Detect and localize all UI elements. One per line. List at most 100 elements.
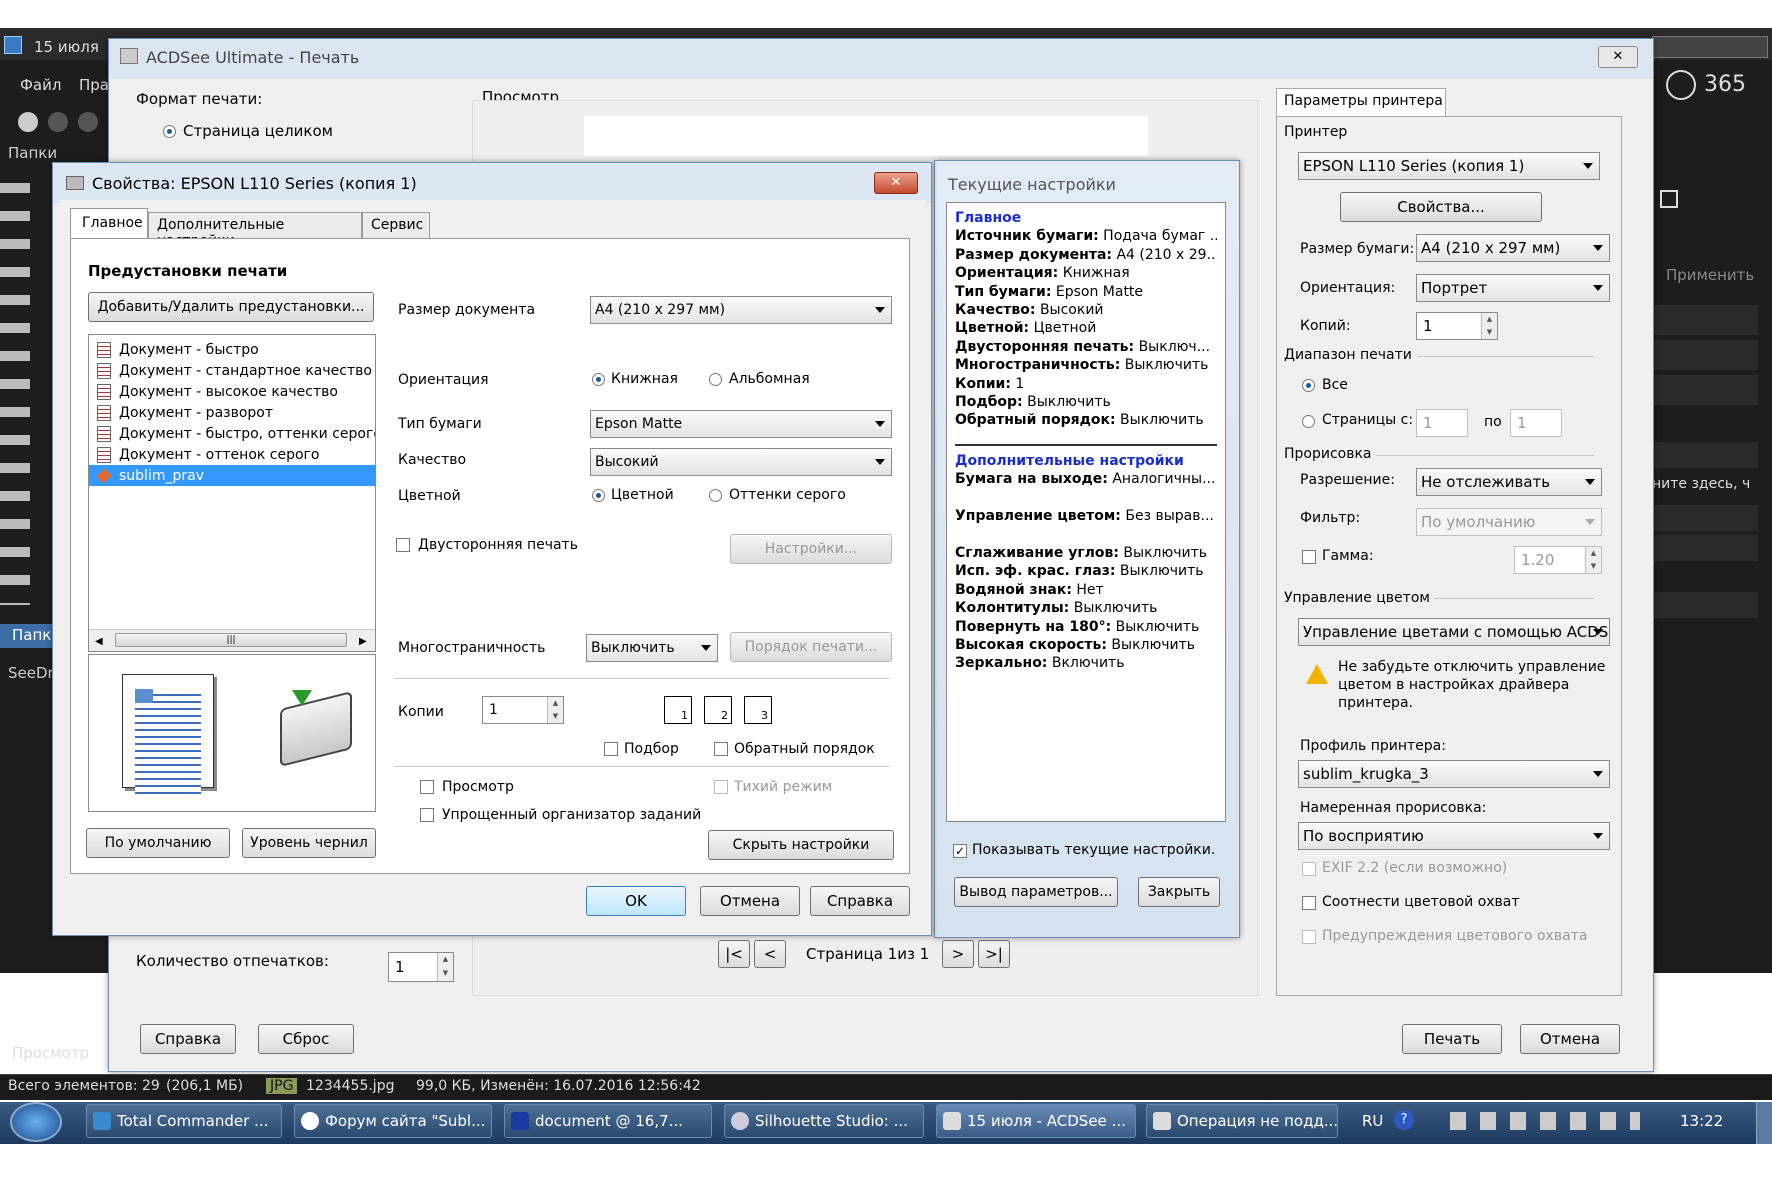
menu-file[interactable]: Файл [20, 76, 61, 94]
scroll-right-icon[interactable]: ▶ [359, 636, 367, 647]
properties-cancel-button[interactable]: Отмена [700, 886, 800, 916]
menu-edit[interactable]: Пра [79, 76, 109, 94]
print-button[interactable]: Печать [1402, 1024, 1502, 1054]
quiet-checkbox[interactable] [714, 780, 728, 794]
language-indicator[interactable]: RU [1362, 1112, 1383, 1130]
taskbar-item-total-commander[interactable]: Total Commander ... [86, 1104, 282, 1138]
hide-settings-button[interactable]: Скрыть настройки [708, 830, 894, 860]
preset-item[interactable]: sublim_prav [89, 465, 375, 486]
ok-button[interactable]: OK [586, 886, 686, 916]
gray-radio[interactable] [709, 489, 722, 502]
duplex-checkbox[interactable] [396, 538, 410, 552]
job-arranger-checkbox[interactable] [420, 808, 434, 822]
help-button[interactable]: Справка [140, 1024, 236, 1054]
last-page-button[interactable]: >| [978, 940, 1010, 968]
multipage-select[interactable]: Выключить [586, 634, 718, 662]
preset-item[interactable]: Документ - быстро [89, 339, 375, 360]
copies2-spinner[interactable]: 1 ▲ ▼ [1416, 312, 1498, 340]
preset-item[interactable]: Документ - оттенок серого [89, 444, 375, 465]
tab-main[interactable]: Главное [70, 208, 148, 240]
app-tab-title[interactable]: 15 июля [34, 38, 99, 56]
reset-button[interactable]: Сброс [258, 1024, 354, 1054]
range-from-field[interactable]: 1 [1416, 409, 1468, 437]
window-controls[interactable] [1652, 36, 1768, 58]
main-row: Цветной: Цветной [955, 320, 1097, 337]
profile-select[interactable]: sublim_krugka_3 [1298, 760, 1610, 788]
preview-checkbox[interactable] [420, 780, 434, 794]
color-radio[interactable] [592, 489, 605, 502]
home-icon[interactable] [18, 112, 38, 132]
taskbar-item-photoshop[interactable]: document @ 16,7... [504, 1104, 712, 1138]
show-desktop-button[interactable] [1756, 1102, 1772, 1144]
gamma-spinner[interactable]: 1.20 ▲ ▼ [1514, 546, 1602, 574]
extra-row: Исп. эф. крас. глаз: Выключить [955, 563, 1204, 580]
prev-page-button[interactable]: < [754, 940, 786, 968]
forward-icon[interactable] [78, 112, 98, 132]
presets-scroll-thumb[interactable]: ||| [115, 633, 347, 647]
filter-select[interactable]: По умолчанию [1416, 508, 1602, 536]
gamut-warn-checkbox[interactable] [1302, 930, 1316, 944]
tab-service[interactable]: Сервис [362, 212, 430, 239]
orientation-select[interactable]: Портрет [1416, 274, 1610, 302]
color-mgmt-select[interactable]: Управление цветами с помощью ACDSe [1298, 618, 1610, 646]
properties-close-icon[interactable]: ✕ [874, 172, 918, 194]
checkbox-icon[interactable] [1660, 190, 1678, 208]
exif-checkbox[interactable] [1302, 862, 1316, 876]
preset-item[interactable]: Документ - высокое качество [89, 381, 375, 402]
landscape-radio[interactable] [709, 373, 722, 386]
gamma-checkbox[interactable] [1302, 550, 1316, 564]
prop-copies-spinner[interactable]: 1 ▲ ▼ [482, 696, 564, 724]
taskbar-item-operation[interactable]: Операция не подд... [1146, 1104, 1338, 1138]
paper-type-select[interactable]: Epson Matte [590, 410, 892, 438]
copies-count-spinner[interactable]: 1 ▲ ▼ [388, 952, 454, 982]
ink-levels-button[interactable]: Уровень чернил [242, 828, 376, 858]
drop-here-text: ните здесь, ч [1652, 476, 1751, 492]
close-icon[interactable]: ✕ [1598, 46, 1638, 68]
taskbar-item-acdsee[interactable]: 15 июля - ACDSee ... [936, 1104, 1136, 1138]
preset-item[interactable]: Документ - разворот [89, 402, 375, 423]
range-to-field[interactable]: 1 [1510, 409, 1562, 437]
next-page-button[interactable]: > [942, 940, 974, 968]
help-icon[interactable]: ? [1394, 1110, 1414, 1130]
collate-checkbox[interactable] [604, 742, 618, 756]
defaults-button[interactable]: По умолчанию [86, 828, 230, 858]
preset-item[interactable]: Документ - быстро, оттенки серого [89, 423, 375, 444]
show-settings-checkbox[interactable]: ✓ [953, 844, 967, 858]
taskbar-item-forum[interactable]: Форум сайта "Subl... [294, 1104, 492, 1138]
apply-button[interactable]: Применить [1666, 266, 1754, 284]
quality-select[interactable]: Высокий [590, 448, 892, 476]
printer-select[interactable]: EPSON L110 Series (копия 1) [1298, 152, 1600, 180]
duplex-settings-button[interactable]: Настройки... [730, 534, 892, 564]
intent-select[interactable]: По восприятию [1298, 822, 1610, 850]
range-all-radio[interactable] [1302, 379, 1315, 392]
taskbar-item-silhouette[interactable]: Silhouette Studio: ... [724, 1104, 924, 1138]
back-icon[interactable] [48, 112, 68, 132]
full-page-radio[interactable] [163, 125, 176, 138]
current-settings-title: Текущие настройки [948, 175, 1116, 194]
paper-size-select[interactable]: A4 (210 x 297 мм) [1416, 234, 1610, 262]
tab-advanced[interactable]: Дополнительные настройки [148, 212, 362, 249]
close-settings-button[interactable]: Закрыть [1138, 877, 1220, 907]
tray-icons[interactable] [1450, 1112, 1640, 1130]
properties-button[interactable]: Свойства... [1340, 192, 1542, 222]
profile-label: Профиль принтера: [1300, 738, 1446, 754]
start-button-icon[interactable] [10, 1102, 62, 1142]
portrait-radio[interactable] [592, 373, 605, 386]
range-pages-radio[interactable] [1302, 415, 1315, 428]
gamut-map-checkbox[interactable] [1302, 896, 1316, 910]
output-params-button[interactable]: Вывод параметров... [954, 877, 1118, 907]
preview-tab[interactable]: Просмотр [12, 1044, 89, 1062]
preset-custom-icon [96, 468, 112, 483]
properties-help-button[interactable]: Справка [810, 886, 910, 916]
reverse-checkbox[interactable] [714, 742, 728, 756]
add-remove-presets-button[interactable]: Добавить/Удалить предустановки... [88, 292, 374, 322]
print-order-button[interactable]: Порядок печати... [730, 632, 892, 662]
scroll-left-icon[interactable]: ◀ [95, 636, 103, 647]
resolution-select[interactable]: Не отслеживать [1416, 468, 1602, 496]
folders-tab[interactable]: Папк [0, 624, 56, 648]
doc-size-select[interactable]: A4 (210 x 297 мм) [590, 296, 892, 324]
cancel-button[interactable]: Отмена [1520, 1024, 1620, 1054]
seedrive-tab[interactable]: SeeDri [8, 664, 58, 682]
preset-item[interactable]: Документ - стандартное качество [89, 360, 375, 381]
first-page-button[interactable]: |< [718, 940, 750, 968]
